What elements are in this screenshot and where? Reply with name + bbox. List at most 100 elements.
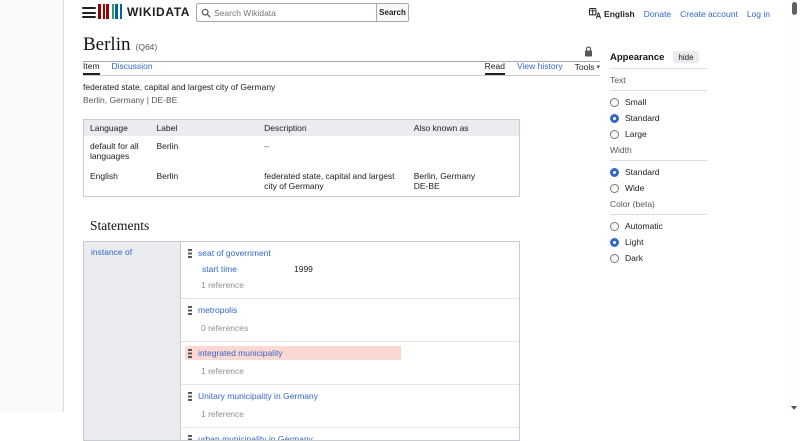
property-column: instance of — [84, 242, 181, 440]
terms-header-row: Language Label Description Also known as — [84, 120, 520, 137]
terms-row-english: English Berlin federated state, capital … — [84, 166, 520, 197]
create-account-link[interactable]: Create account — [680, 9, 738, 19]
radio-width-standard[interactable]: Standard — [610, 167, 707, 177]
term-language: default for all languages — [84, 136, 151, 166]
references-toggle[interactable]: 1 reference — [201, 280, 519, 290]
chevron-down-icon: ▾ — [596, 63, 600, 71]
term-language: English — [84, 166, 151, 197]
title-row: Berlin (Q64) — [83, 31, 600, 62]
term-label: Berlin — [150, 166, 258, 197]
statement-group: instance of seat of government start tim… — [83, 241, 520, 441]
radio-text-small[interactable]: Small — [610, 97, 707, 107]
appearance-section-width: Width — [610, 145, 707, 161]
tab-tools[interactable]: Tools ▾ — [575, 61, 600, 75]
left-gutter — [0, 0, 64, 412]
references-toggle[interactable]: 1 reference — [201, 366, 519, 376]
language-icon: A — [589, 8, 601, 19]
login-link[interactable]: Log in — [747, 9, 770, 19]
search-input[interactable] — [214, 8, 372, 18]
terms-table: Language Label Description Also known as… — [83, 119, 520, 197]
scrollbar[interactable] — [788, 0, 800, 412]
content-area: Berlin (Q64) Item Discussion Read View h… — [83, 31, 600, 441]
logo-wordmark: WIKIDATA — [127, 5, 190, 19]
radio-text-standard[interactable]: Standard — [610, 113, 707, 123]
radio-color-automatic[interactable]: Automatic — [610, 221, 707, 231]
statement: urban municipality in Germany 0 referenc… — [181, 428, 519, 441]
radio-text-large[interactable]: Large — [610, 129, 707, 139]
logo-barcode-icon — [98, 4, 122, 19]
rank-selector-icon[interactable] — [187, 349, 192, 358]
radio-icon[interactable] — [610, 222, 619, 231]
col-also-known-as: Also known as — [408, 120, 520, 137]
appearance-hide-button[interactable]: hide — [673, 51, 698, 63]
svg-text:A: A — [596, 12, 601, 19]
property-link[interactable]: instance of — [91, 247, 132, 257]
tab-view-history[interactable]: View history — [517, 61, 563, 75]
rank-selector-icon[interactable] — [187, 392, 192, 401]
tab-item[interactable]: Item — [83, 61, 100, 75]
term-description: – — [258, 136, 408, 166]
item-id: (Q64) — [136, 42, 158, 52]
radio-icon[interactable] — [610, 254, 619, 263]
radio-icon[interactable] — [610, 184, 619, 193]
tabs-row: Item Discussion Read View history Tools … — [83, 62, 600, 76]
statements-heading: Statements — [83, 218, 600, 234]
qualifier-value: 1999 — [294, 264, 313, 274]
appearance-panel: Appearance hide Text Small Standard Larg… — [610, 51, 707, 263]
col-description: Description — [258, 120, 408, 137]
references-toggle[interactable]: 1 reference — [201, 409, 519, 419]
site-header: WIKIDATA Search A English Donate Create … — [64, 0, 788, 26]
terms-row-default: default for all languages Berlin – — [84, 136, 520, 166]
term-aliases: Berlin, Germany DE-BE — [408, 166, 520, 197]
references-toggle[interactable]: 0 references — [201, 323, 519, 333]
search-button[interactable]: Search — [377, 3, 409, 22]
statement: seat of government start time 1999 1 ref… — [181, 242, 519, 299]
main-menu-icon[interactable] — [82, 7, 96, 18]
radio-icon[interactable] — [610, 238, 619, 247]
radio-icon[interactable] — [610, 130, 619, 139]
item-aliases: Berlin, Germany | DE-BE — [83, 95, 600, 105]
statement: Unitary municipality in Germany 1 refere… — [181, 385, 519, 428]
appearance-title: Appearance — [610, 52, 664, 63]
search-icon — [201, 8, 211, 18]
radio-color-dark[interactable]: Dark — [610, 253, 707, 263]
col-language: Language — [84, 120, 151, 137]
radio-icon[interactable] — [610, 114, 619, 123]
statement-value-link[interactable]: seat of government — [198, 248, 271, 258]
statement: integrated municipality 1 reference — [181, 342, 519, 385]
col-label: Label — [150, 120, 258, 137]
item-description: federated state, capital and largest cit… — [83, 82, 600, 92]
scrollbar-down-arrow[interactable] — [791, 406, 797, 410]
rank-selector-icon[interactable] — [187, 306, 192, 315]
qualifier-property-link[interactable]: start time — [202, 264, 294, 274]
scrollbar-thumb[interactable] — [792, 2, 797, 15]
appearance-section-color: Color (beta) — [610, 199, 707, 215]
tab-read[interactable]: Read — [485, 61, 505, 75]
language-label: English — [604, 9, 635, 19]
user-links: A English Donate Create account Log in — [589, 8, 770, 19]
rank-selector-icon[interactable] — [187, 435, 192, 441]
language-selector[interactable]: A English — [589, 8, 635, 19]
search-form: Search — [196, 3, 409, 22]
statement-value-link[interactable]: urban municipality in Germany — [198, 434, 313, 441]
statement-value-link[interactable]: integrated municipality — [198, 348, 283, 358]
term-label: Berlin — [150, 136, 258, 166]
claims-column: seat of government start time 1999 1 ref… — [181, 242, 519, 440]
appearance-section-text: Text — [610, 75, 707, 91]
statement-value-link[interactable]: Unitary municipality in Germany — [198, 391, 318, 401]
donate-link[interactable]: Donate — [644, 9, 671, 19]
qualifier: start time 1999 — [202, 264, 519, 274]
page-title: Berlin — [83, 34, 131, 56]
term-aliases — [408, 136, 520, 166]
radio-icon[interactable] — [610, 168, 619, 177]
statement-value-link[interactable]: metropolis — [198, 305, 237, 315]
rank-selector-icon[interactable] — [187, 249, 192, 258]
wikidata-logo[interactable]: WIKIDATA — [98, 4, 190, 19]
radio-color-light[interactable]: Light — [610, 237, 707, 247]
radio-icon[interactable] — [610, 98, 619, 107]
term-description: federated state, capital and largest cit… — [258, 166, 408, 197]
tab-discussion[interactable]: Discussion — [112, 61, 153, 75]
radio-width-wide[interactable]: Wide — [610, 183, 707, 193]
protection-lock-icon — [584, 46, 593, 57]
statement: metropolis 0 references — [181, 299, 519, 342]
